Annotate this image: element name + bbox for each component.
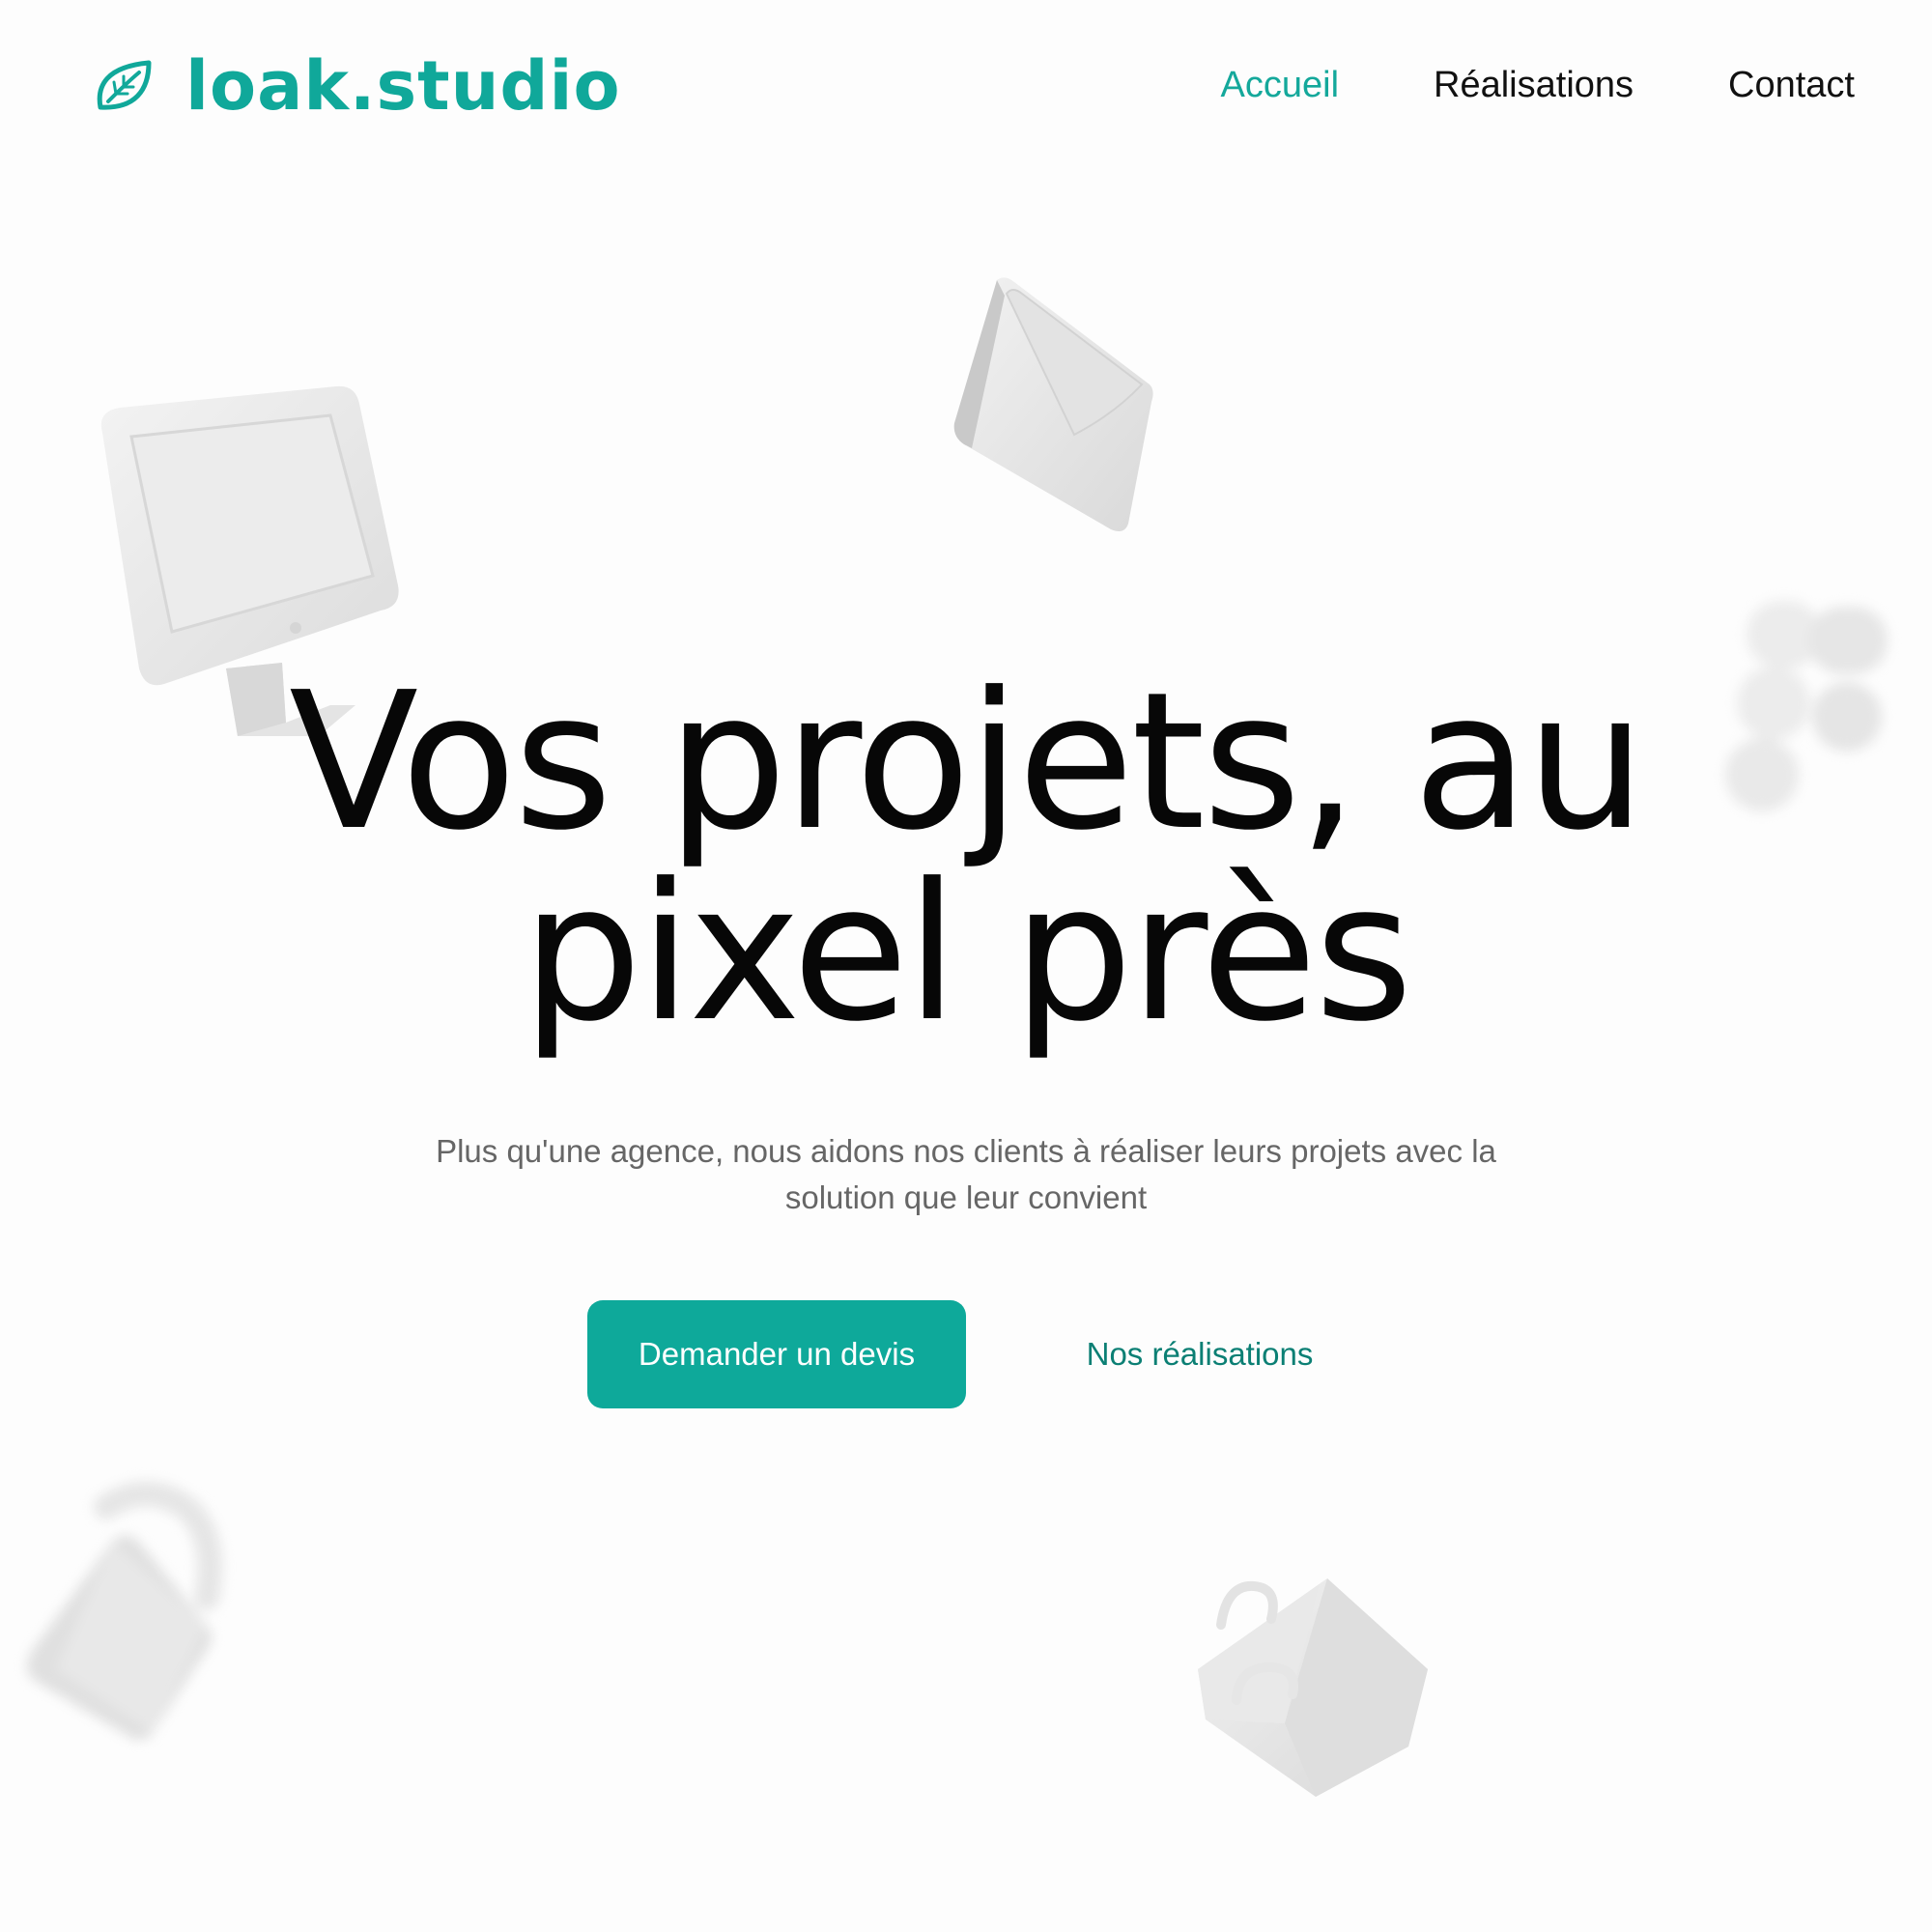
hero-title-line-2: pixel près — [522, 843, 1413, 1064]
padlock-icon — [26, 1481, 223, 1741]
shopping-bag-icon — [1198, 1578, 1428, 1797]
brand-name: loak.studio — [185, 46, 621, 126]
brand-logo[interactable]: loak.studio — [93, 50, 621, 122]
envelope-icon — [953, 277, 1153, 531]
site-header: loak.studio Accueil Réalisations Contact — [0, 0, 1932, 174]
nav-item-realisations[interactable]: Réalisations — [1434, 62, 1634, 108]
hero-title: Vos projets, au pixel près — [0, 667, 1932, 1049]
nav-item-accueil[interactable]: Accueil — [1221, 62, 1340, 108]
hero-subtitle: Plus qu'une agence, nous aidons nos clie… — [436, 1133, 1496, 1215]
main-nav: Accueil Réalisations Contact — [1221, 62, 1855, 108]
hero-actions: Demander un devis Nos réalisations — [0, 1300, 1932, 1408]
hero-title-line-1: Vos projets, au — [289, 652, 1646, 872]
nav-item-contact[interactable]: Contact — [1728, 62, 1855, 108]
request-quote-button[interactable]: Demander un devis — [587, 1300, 966, 1408]
our-work-link[interactable]: Nos réalisations — [1074, 1300, 1325, 1408]
leaf-icon — [97, 60, 152, 110]
